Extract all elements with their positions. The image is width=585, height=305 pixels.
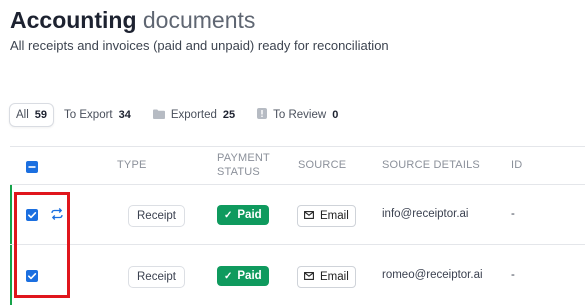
check-icon: ✓	[224, 271, 233, 282]
folder-icon	[152, 109, 165, 122]
tab-count: 0	[332, 109, 339, 121]
table-row[interactable]: Receipt ✓ Paid Email romeo@receiptor.ai -	[10, 244, 585, 305]
check-icon: ✓	[224, 210, 233, 221]
documents-table: TYPE PAYMENT STATUS SOURCE SOURCE DETAIL…	[10, 146, 585, 305]
page-title-bold: Accounting	[10, 7, 137, 33]
tab-to-review[interactable]: To Review 0	[245, 103, 344, 127]
payment-status-label: Paid	[237, 209, 262, 221]
source-label: Email	[320, 210, 349, 223]
mail-icon	[304, 206, 314, 226]
row-status-indicator	[10, 185, 12, 245]
tab-to-export[interactable]: To Export 34	[58, 103, 137, 127]
page-title-rest: documents	[142, 7, 256, 33]
source-label: Email	[320, 271, 349, 284]
payment-status-badge: ✓ Paid	[217, 205, 269, 225]
document-id: -	[511, 269, 515, 281]
source-badge: Email	[297, 266, 356, 288]
payment-status-label: Paid	[237, 270, 262, 282]
source-details: romeo@receiptor.ai	[382, 269, 483, 281]
tab-count: 59	[34, 109, 48, 121]
info-icon	[257, 108, 268, 122]
column-header-source-details[interactable]: SOURCE DETAILS	[382, 158, 480, 172]
filter-tabs: All 59 To Export 34 Exported 25 To Revie…	[9, 103, 344, 127]
tab-all[interactable]: All 59	[9, 103, 55, 127]
column-header-type[interactable]: TYPE	[117, 158, 147, 172]
tab-count: 25	[222, 109, 236, 121]
table-row[interactable]: Receipt ✓ Paid Email info@receiptor.ai -	[10, 184, 585, 245]
mail-icon	[304, 267, 314, 287]
source-details: info@receiptor.ai	[382, 208, 469, 220]
row-status-indicator	[10, 245, 12, 305]
tab-label: All	[16, 109, 29, 121]
column-header-id[interactable]: ID	[511, 158, 522, 172]
payment-status-badge: ✓ Paid	[217, 266, 269, 286]
selection-highlight-box	[14, 192, 70, 298]
tab-label: To Review	[273, 109, 327, 121]
type-badge: Receipt	[128, 266, 185, 288]
column-header-payment-status[interactable]: PAYMENT STATUS	[217, 151, 270, 179]
tab-label: Exported	[170, 109, 217, 121]
type-badge: Receipt	[128, 205, 185, 227]
page-subtitle: All receipts and invoices (paid and unpa…	[10, 38, 389, 53]
tab-exported[interactable]: Exported 25	[141, 103, 241, 127]
tab-label: To Export	[64, 109, 113, 121]
table-header: TYPE PAYMENT STATUS SOURCE SOURCE DETAIL…	[10, 147, 585, 183]
column-header-source[interactable]: SOURCE	[298, 158, 346, 172]
page-title: Accounting documents	[10, 6, 255, 34]
select-all-checkbox[interactable]	[26, 161, 38, 173]
source-badge: Email	[297, 205, 356, 227]
tab-count: 34	[118, 109, 131, 121]
document-id: -	[511, 208, 515, 220]
